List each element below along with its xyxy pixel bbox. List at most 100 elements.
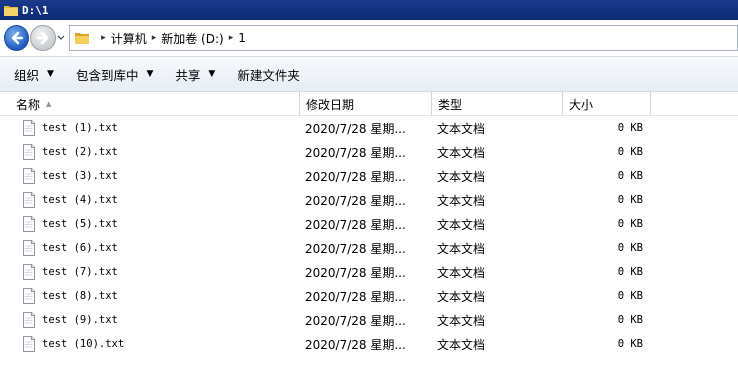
forward-button[interactable] <box>30 25 56 51</box>
file-size: 0 KB <box>617 170 643 182</box>
file-date: 2020/7/28 星期... <box>305 289 406 304</box>
file-name-cell: test (6).txt <box>22 236 292 260</box>
file-date: 2020/7/28 星期... <box>305 169 406 184</box>
file-date: 2020/7/28 星期... <box>305 265 406 280</box>
column-header: 名称 ▲ 修改日期 类型 大小 <box>0 92 738 116</box>
file-date: 2020/7/28 星期... <box>305 241 406 256</box>
file-name-cell: test (2).txt <box>22 140 292 164</box>
file-name-cell: test (9).txt <box>22 308 292 332</box>
file-date: 2020/7/28 星期... <box>305 193 406 208</box>
column-type-label: 类型 <box>438 97 463 112</box>
file-type: 文本文档 <box>437 217 486 232</box>
file-name-cell: test (7).txt <box>22 260 292 284</box>
file-size: 0 KB <box>617 242 643 254</box>
file-date: 2020/7/28 星期... <box>305 121 406 136</box>
file-size: 0 KB <box>617 266 643 278</box>
file-name: test (3).txt <box>42 170 118 182</box>
file-name-cell: test (4).txt <box>22 188 292 212</box>
file-row[interactable]: test (9).txt 2020/7/28 星期... 文本文档 0 KB <box>0 308 738 332</box>
file-size: 0 KB <box>617 194 643 206</box>
organize-label: 组织 <box>14 67 40 83</box>
column-name[interactable]: 名称 ▲ <box>8 92 300 116</box>
file-name: test (10).txt <box>42 338 125 350</box>
column-date-modified[interactable]: 修改日期 <box>300 92 432 116</box>
sort-ascending-icon: ▲ <box>46 100 52 108</box>
include-in-library-menu[interactable]: 包含到库中 ▼ <box>76 65 153 84</box>
command-bar: 组织 ▼ 包含到库中 ▼ 共享 ▼ 新建文件夹 <box>0 56 738 92</box>
file-name-cell: test (10).txt <box>22 332 292 356</box>
file-name: test (6).txt <box>42 242 118 254</box>
file-size: 0 KB <box>617 338 643 350</box>
text-file-icon <box>23 336 35 352</box>
file-type: 文本文档 <box>437 145 486 160</box>
file-row[interactable]: test (4).txt 2020/7/28 星期... 文本文档 0 KB <box>0 188 738 212</box>
share-label: 共享 <box>175 67 201 83</box>
file-name: test (2).txt <box>42 146 118 158</box>
column-size[interactable]: 大小 <box>563 92 651 116</box>
back-arrow-icon <box>11 31 23 45</box>
breadcrumb-folder[interactable]: 1 <box>238 31 246 45</box>
breadcrumb-separator[interactable]: ▸ <box>101 33 106 43</box>
column-size-label: 大小 <box>569 97 594 112</box>
file-name: test (5).txt <box>42 218 118 230</box>
column-date-label: 修改日期 <box>306 97 355 112</box>
organize-menu[interactable]: 组织 ▼ <box>14 65 54 84</box>
text-file-icon <box>23 264 35 280</box>
file-type: 文本文档 <box>437 337 486 352</box>
file-size: 0 KB <box>617 314 643 326</box>
file-date: 2020/7/28 星期... <box>305 337 406 352</box>
file-row[interactable]: test (7).txt 2020/7/28 星期... 文本文档 0 KB <box>0 260 738 284</box>
file-name: test (1).txt <box>42 122 118 134</box>
text-file-icon <box>23 120 35 136</box>
text-file-icon <box>23 144 35 160</box>
file-name: test (4).txt <box>42 194 118 206</box>
file-row[interactable]: test (1).txt 2020/7/28 星期... 文本文档 0 KB <box>0 116 738 140</box>
file-row[interactable]: test (3).txt 2020/7/28 星期... 文本文档 0 KB <box>0 164 738 188</box>
file-type: 文本文档 <box>437 313 486 328</box>
recent-pages-dropdown[interactable] <box>56 25 68 51</box>
forward-arrow-icon <box>36 31 49 45</box>
window-title: D:\1 <box>22 3 49 17</box>
address-bar: ▸ 计算机 ▸ 新加卷 (D:) ▸ 1 <box>0 20 738 56</box>
address-path[interactable]: ▸ 计算机 ▸ 新加卷 (D:) ▸ 1 <box>69 25 738 51</box>
new-folder-button[interactable]: 新建文件夹 <box>237 65 300 84</box>
text-file-icon <box>23 216 35 232</box>
file-type: 文本文档 <box>437 265 486 280</box>
file-type: 文本文档 <box>437 121 486 136</box>
file-name: test (8).txt <box>42 290 118 302</box>
text-file-icon <box>23 312 35 328</box>
file-row[interactable]: test (10).txt 2020/7/28 星期... 文本文档 0 KB <box>0 332 738 356</box>
column-type[interactable]: 类型 <box>432 92 563 116</box>
text-file-icon <box>23 288 35 304</box>
file-name: test (7).txt <box>42 266 118 278</box>
file-row[interactable]: test (2).txt 2020/7/28 星期... 文本文档 0 KB <box>0 140 738 164</box>
caret-down-icon: ▼ <box>146 69 154 79</box>
text-file-icon <box>23 168 35 184</box>
column-name-label: 名称 <box>16 97 41 112</box>
chevron-down-icon <box>57 35 65 40</box>
share-menu[interactable]: 共享 ▼ <box>175 65 215 84</box>
file-row[interactable]: test (6).txt 2020/7/28 星期... 文本文档 0 KB <box>0 236 738 260</box>
back-button[interactable] <box>4 25 30 51</box>
file-name-cell: test (3).txt <box>22 164 292 188</box>
file-name-cell: test (8).txt <box>22 284 292 308</box>
file-date: 2020/7/28 星期... <box>305 313 406 328</box>
breadcrumb-separator[interactable]: ▸ <box>152 33 157 43</box>
file-name-cell: test (5).txt <box>22 212 292 236</box>
breadcrumb-separator[interactable]: ▸ <box>229 33 234 43</box>
file-size: 0 KB <box>617 290 643 302</box>
file-size: 0 KB <box>617 146 643 158</box>
folder-icon <box>75 33 90 44</box>
file-row[interactable]: test (8).txt 2020/7/28 星期... 文本文档 0 KB <box>0 284 738 308</box>
file-type: 文本文档 <box>437 193 486 208</box>
file-name: test (9).txt <box>42 314 118 326</box>
file-type: 文本文档 <box>437 241 486 256</box>
file-row[interactable]: test (5).txt 2020/7/28 星期... 文本文档 0 KB <box>0 212 738 236</box>
new-folder-label: 新建文件夹 <box>237 67 300 83</box>
breadcrumb-drive[interactable]: 新加卷 (D:) <box>161 30 223 47</box>
file-size: 0 KB <box>617 122 643 134</box>
file-size: 0 KB <box>617 218 643 230</box>
breadcrumb-computer[interactable]: 计算机 <box>111 30 147 47</box>
folder-icon <box>4 6 18 16</box>
text-file-icon <box>23 240 35 256</box>
